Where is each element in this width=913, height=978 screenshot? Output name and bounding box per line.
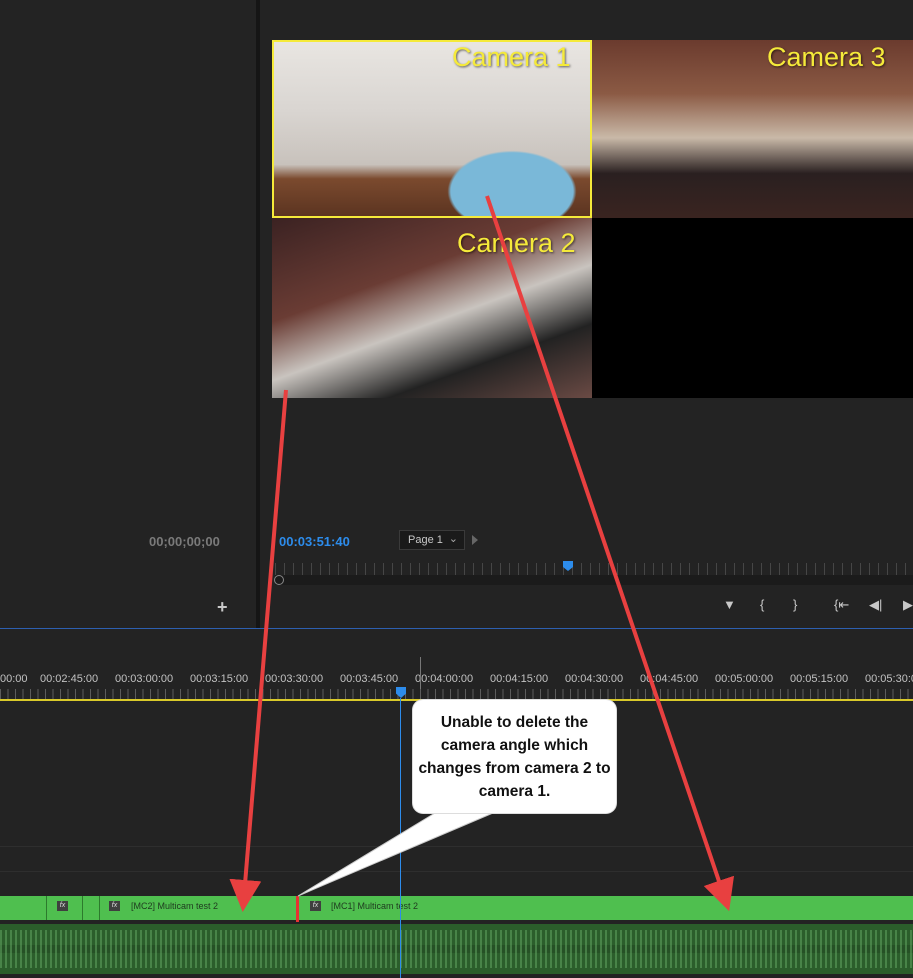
ruler-marker [420,657,421,689]
ruler-label: 00:03:45:00 [340,673,399,685]
cut-edit-point[interactable] [296,896,299,922]
monitor-ruler [275,563,913,575]
ruler-ticks [0,689,913,699]
fx-badge[interactable]: fx [310,901,321,911]
mark-out-icon[interactable]: } [793,597,797,612]
monitor-scrubber[interactable] [275,575,913,585]
ruler-label: 00:04:45:00 [640,673,699,685]
camera-3-label: Camera 3 [767,42,886,72]
video-track[interactable]: fx fx [MC2] Multicam test 2 fx [MC1] Mul… [0,896,913,920]
playhead-line [400,698,401,978]
ruler-label: 00:03:15:00 [190,673,249,685]
clip-edge[interactable] [46,896,47,920]
program-timecode[interactable]: 00:03:51:40 [279,534,350,549]
camera-3-view[interactable]: Camera 3 [592,40,913,218]
track-divider [0,846,913,847]
ruler-label: 00:02:45:00 [40,673,99,685]
timeline-ruler[interactable]: 00:00 00:02:45:00 00:03:00:00 00:03:15:0… [0,673,913,687]
marker-icon[interactable]: ▼ [723,597,736,612]
ruler-label: 00:04:00:00 [415,673,474,685]
chevron-down-icon: ⌄ [448,533,458,545]
plus-icon[interactable]: + [217,597,228,618]
page-select-value: Page 1 [408,534,443,546]
go-to-in-icon[interactable]: {⇤ [834,597,849,613]
ruler-label: 00:04:15:00 [490,673,549,685]
clip-edge[interactable] [82,896,83,920]
ruler-label: 00:05:00:00 [715,673,774,685]
track-divider [0,871,913,872]
source-timecode[interactable]: 00;00;00;00 [149,534,220,549]
step-back-icon[interactable]: ◀| [869,597,882,613]
clip-mc2-label[interactable]: [MC2] Multicam test 2 [131,901,218,911]
camera-2-label: Camera 2 [457,228,576,258]
fx-badge[interactable]: fx [57,901,68,911]
ruler-label: 00:04:30:00 [565,673,624,685]
zoom-handle-icon[interactable] [274,575,284,585]
multicam-grid: Camera 1 Camera 3 Camera 2 [272,40,913,398]
clip-mc1-label[interactable]: [MC1] Multicam test 2 [331,901,418,911]
ruler-label: 00:03:30:00 [265,673,324,685]
play-icon[interactable]: ▶ [903,597,913,613]
mark-in-icon[interactable]: { [760,597,764,612]
ruler-label: 00:00 [0,673,28,685]
page-select[interactable]: Page 1 ⌄ [399,530,465,550]
active-camera-border [272,40,592,218]
empty-camera-slot [592,218,913,398]
audio-waveform [0,930,913,968]
ruler-label: 00:05:15:00 [790,673,849,685]
camera-2-view[interactable]: Camera 2 [272,218,592,398]
ruler-label: 00:05:30:00 [865,673,913,685]
ruler-label: 00:03:00:00 [115,673,174,685]
callout-text: Unable to delete the camera angle which … [418,714,611,800]
fx-badge[interactable]: fx [109,901,120,911]
play-arrow-icon[interactable] [472,535,478,545]
clip-edge[interactable] [99,896,100,920]
